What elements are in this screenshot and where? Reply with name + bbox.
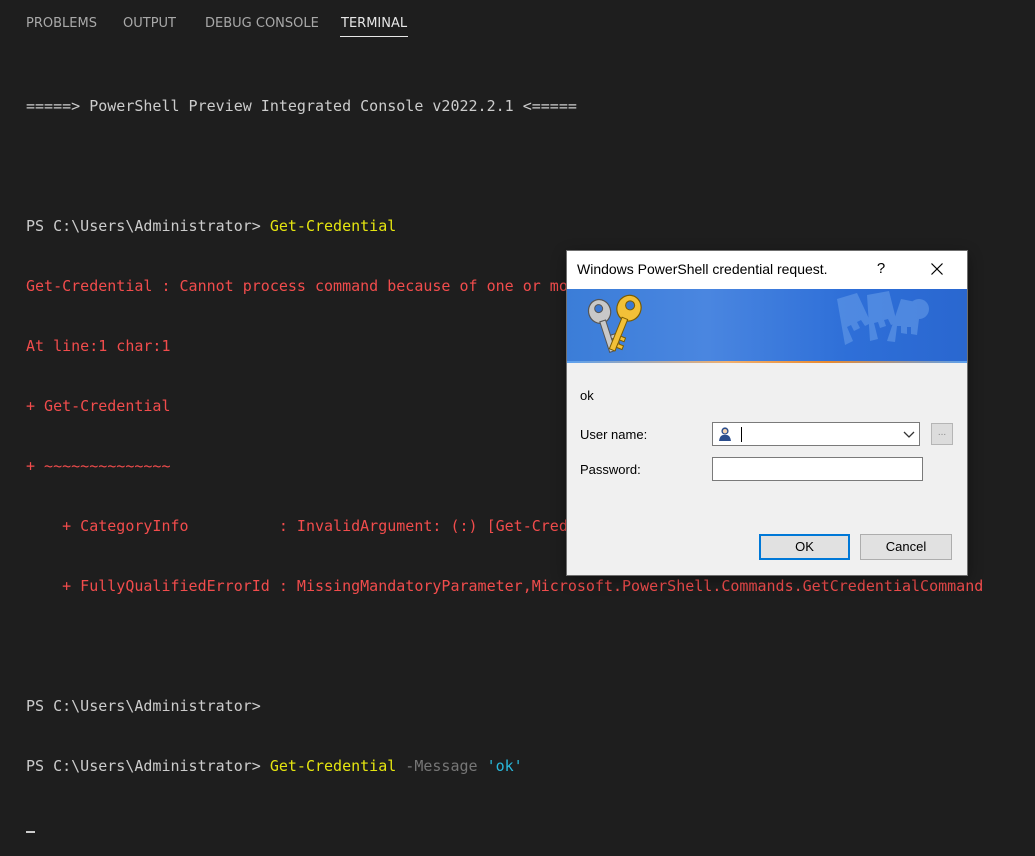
tab-output[interactable]: OUTPUT	[123, 16, 176, 31]
text-caret	[741, 427, 742, 442]
help-button[interactable]: ?	[867, 255, 895, 283]
dialog-message: ok	[580, 388, 594, 403]
tab-debug-console[interactable]: DEBUG CONSOLE	[205, 16, 319, 31]
parameter-text: -Message	[396, 757, 487, 775]
tab-problems[interactable]: PROBLEMS	[26, 16, 97, 31]
prompt: PS C:\Users\Administrator>	[26, 697, 261, 715]
terminal-command-line: PS C:\Users\Administrator> Get-Credentia…	[26, 756, 1026, 776]
dialog-title: Windows PowerShell credential request.	[577, 261, 828, 277]
banner-stripe	[567, 361, 967, 363]
close-icon	[931, 263, 943, 275]
prompt: PS C:\Users\Administrator>	[26, 217, 270, 235]
cancel-button[interactable]: Cancel	[860, 534, 952, 560]
string-argument: 'ok'	[486, 757, 523, 775]
terminal-cursor-line	[26, 816, 1026, 836]
username-label: User name:	[580, 427, 648, 442]
user-icon	[717, 426, 733, 442]
credential-dialog: Windows PowerShell credential request. ?	[567, 251, 967, 575]
username-combobox[interactable]	[712, 422, 920, 446]
terminal-banner: =====> PowerShell Preview Integrated Con…	[26, 97, 577, 115]
tab-terminal[interactable]: TERMINAL	[341, 16, 407, 31]
dialog-banner	[567, 289, 967, 363]
panel-tabs: PROBLEMS OUTPUT DEBUG CONSOLE TERMINAL	[0, 0, 1035, 42]
error-line: + FullyQualifiedErrorId : MissingMandato…	[26, 577, 984, 595]
terminal-command-line: PS C:\Users\Administrator> Get-Credentia…	[26, 216, 1026, 236]
prompt: PS C:\Users\Administrator>	[26, 757, 270, 775]
terminal-cursor	[26, 831, 35, 833]
command-text: Get-Credential	[269, 217, 397, 235]
password-field[interactable]	[712, 457, 923, 481]
ok-button[interactable]: OK	[759, 534, 850, 560]
active-tab-indicator	[340, 36, 408, 37]
command-text: Get-Credential	[269, 757, 397, 775]
browse-users-button[interactable]: ...	[931, 423, 953, 445]
close-button[interactable]	[922, 255, 952, 283]
keys-icon	[587, 294, 642, 353]
dialog-titlebar[interactable]: Windows PowerShell credential request. ?	[567, 251, 967, 289]
chevron-down-icon[interactable]	[902, 427, 916, 441]
password-label: Password:	[580, 462, 641, 477]
